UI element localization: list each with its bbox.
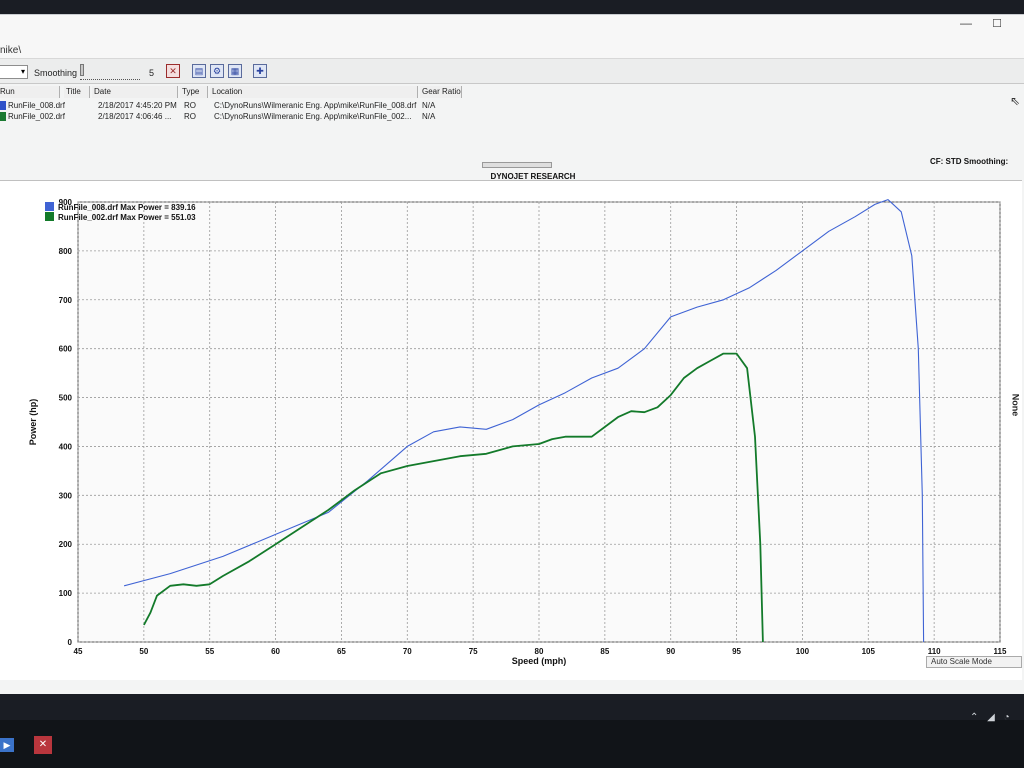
- auto-scale-mode-status[interactable]: Auto Scale Mode: [926, 656, 1022, 668]
- right-axis-label: None: [1010, 393, 1021, 417]
- cf-smoothing-label: CF: STD Smoothing:: [930, 157, 1009, 166]
- row-date: 2/18/2017 4:06:46 ...: [98, 112, 172, 121]
- row-gear: N/A: [422, 101, 436, 110]
- grid-icon[interactable]: ▦: [228, 64, 242, 78]
- legend-entry: RunFile_008.drf Max Power = 839.16: [58, 203, 196, 212]
- row-gear: N/A: [422, 112, 436, 121]
- x-tick-label: 55: [205, 647, 214, 656]
- series-swatch: [0, 101, 6, 110]
- y-tick-label: 500: [59, 394, 73, 403]
- x-axis-label: Speed (mph): [512, 656, 567, 666]
- smoothing-slider-thumb[interactable]: [80, 64, 84, 76]
- y-tick-label: 200: [59, 540, 73, 549]
- minimize-icon[interactable]: —: [958, 17, 974, 31]
- series-swatch: [0, 112, 6, 121]
- col-header-title[interactable]: Title: [64, 86, 90, 98]
- row-file: RunFile_008.drf: [8, 101, 65, 110]
- y-tick-label: 100: [59, 589, 73, 598]
- window-title: nike\: [0, 45, 22, 56]
- x-tick-label: 75: [469, 647, 478, 656]
- legend-entry: RunFile_002.drf Max Power = 551.03: [58, 213, 196, 222]
- dyno-tool-icon[interactable]: ✕: [166, 64, 180, 78]
- crosshair-icon[interactable]: ✚: [253, 64, 267, 78]
- y-axis-label: Power (hp): [28, 399, 38, 446]
- smoothing-value: 5: [149, 68, 155, 78]
- smoothing-slider[interactable]: [80, 66, 140, 80]
- row-type: RO: [184, 112, 196, 121]
- y-tick-label: 300: [59, 491, 73, 500]
- row-location: C:\DynoRuns\Wilmeranic Eng. App\mike\Run…: [214, 101, 417, 110]
- row-file: RunFile_002.drf: [8, 112, 65, 121]
- maximize-icon[interactable]: ☐: [990, 17, 1004, 31]
- splitter-handle[interactable]: [482, 162, 552, 168]
- x-tick-label: 80: [535, 647, 544, 656]
- taskbar: [0, 720, 1024, 768]
- x-tick-label: 45: [74, 647, 83, 656]
- y-tick-label: 700: [59, 296, 73, 305]
- row-location: C:\DynoRuns\Wilmeranic Eng. App\mike\Run…: [214, 112, 412, 121]
- x-tick-label: 90: [666, 647, 675, 656]
- col-header-location[interactable]: Location: [210, 86, 418, 98]
- row-type: RO: [184, 101, 196, 110]
- dyno-chart[interactable]: 45 50 55 60 65 70 75 80 85 90 95 100 105 110 115 0 100 20…: [0, 180, 1024, 666]
- y-tick-label: 0: [68, 638, 73, 647]
- col-header-run[interactable]: Run: [0, 86, 60, 98]
- y-tick-label: 800: [59, 247, 73, 256]
- legend-swatch: [45, 202, 54, 211]
- run-select-dropdown[interactable]: ▾: [0, 65, 28, 79]
- x-tick-label: 65: [337, 647, 346, 656]
- x-tick-label: 85: [600, 647, 609, 656]
- x-tick-label: 100: [796, 647, 810, 656]
- col-header-date[interactable]: Date: [92, 86, 178, 98]
- x-tick-label: 115: [994, 647, 1007, 656]
- x-tick-label: 50: [139, 647, 148, 656]
- smoothing-label: Smoothing: [34, 68, 78, 78]
- x-tick-label: 95: [732, 647, 741, 656]
- col-header-gear-ratio[interactable]: Gear Ratio: [420, 86, 462, 98]
- legend-swatch: [45, 212, 54, 221]
- dyno-app-taskbar-icon[interactable]: ✕: [34, 736, 52, 754]
- x-tick-label: 60: [271, 647, 280, 656]
- system-tray-icons[interactable]: ⌃ ◢ ◔: [970, 712, 1013, 723]
- toolbar: ▾ Smoothing 5 ✕ ▤ ⚙ ▦ ✚: [0, 58, 1024, 84]
- y-tick-label: 600: [59, 345, 73, 354]
- gear-icon[interactable]: ⚙: [210, 64, 224, 78]
- x-tick-label: 105: [862, 647, 876, 656]
- start-icon[interactable]: ▶: [0, 738, 14, 752]
- x-tick-label: 70: [403, 647, 412, 656]
- col-header-type[interactable]: Type: [180, 86, 208, 98]
- y-tick-label: 400: [59, 442, 73, 451]
- row-date: 2/18/2017 4:45:20 PM: [98, 101, 177, 110]
- run-table: Run Title Date Type Location Gear Ratio …: [0, 86, 470, 130]
- compare-icon[interactable]: ▤: [192, 64, 206, 78]
- x-tick-label: 110: [928, 647, 941, 656]
- mouse-pointer-icon: ⇖: [1010, 94, 1021, 108]
